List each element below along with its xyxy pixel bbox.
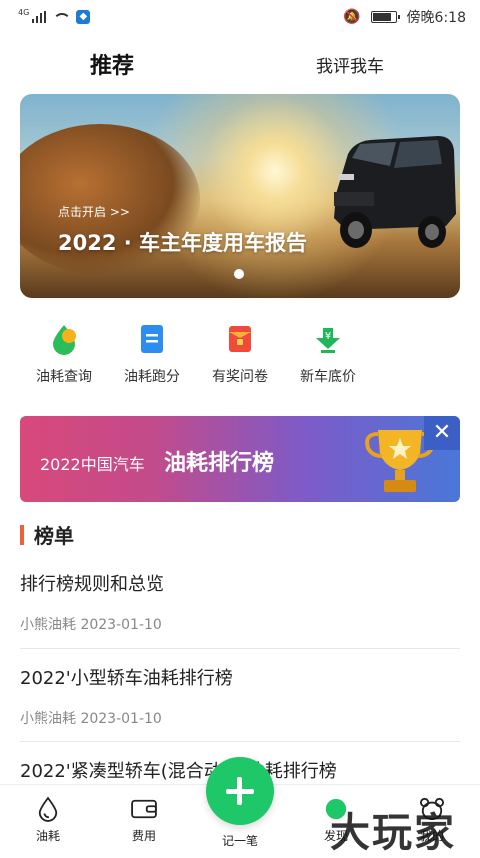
banner-title: 2022 · 车主年度用车报告 — [58, 231, 308, 255]
add-record-label: 记一笔 — [221, 834, 258, 848]
feature-shortcuts: 油耗查询 油耗跑分 有奖问卷 ¥ 新车底价 — [20, 322, 460, 394]
price-tag-icon: ¥ — [311, 322, 345, 356]
divider — [20, 741, 460, 742]
feature-fuel-query[interactable]: 油耗查询 — [26, 322, 102, 386]
network-type: 4G — [18, 7, 30, 17]
wifi-icon — [52, 11, 71, 23]
add-record-button[interactable] — [206, 757, 274, 825]
clock: 傍晚6:18 — [406, 10, 466, 26]
feature-survey[interactable]: 有奖问卷 — [202, 322, 278, 386]
watermark: 大玩家 — [330, 810, 456, 856]
feature-label: 新车底价 — [300, 369, 356, 385]
promo-title: 油耗排行榜 — [164, 451, 275, 476]
report-banner[interactable]: 点击开启 >> 2022 · 车主年度用车报告 — [20, 94, 460, 298]
nav-label: 费用 — [131, 829, 156, 843]
tab-my-car-review[interactable]: 我评我车 — [316, 52, 384, 77]
section-accent-bar — [20, 525, 24, 545]
close-icon[interactable]: ✕ — [424, 416, 460, 450]
svg-text:¥: ¥ — [325, 331, 331, 342]
feature-fuel-score[interactable]: 油耗跑分 — [114, 322, 190, 386]
document-icon — [135, 322, 169, 356]
feature-new-car-price[interactable]: ¥ 新车底价 — [290, 322, 366, 386]
article-title: 排行榜规则和总览 — [20, 574, 164, 595]
status-bar: 4G ◆ 🔕 傍晚6:18 — [0, 0, 480, 34]
fuel-ranking-promo[interactable]: 2022中国汽车 油耗排行榜 ✕ — [20, 416, 460, 502]
list-item[interactable]: 排行榜规则和总览 小熊油耗 2023-01-10 — [20, 570, 460, 634]
mute-bell-icon: 🔕 — [343, 9, 361, 25]
tab-recommend[interactable]: 推荐 — [90, 48, 134, 80]
section-title: 榜单 — [34, 524, 74, 548]
wallet-icon — [112, 795, 176, 823]
app-shield-icon: ◆ — [76, 10, 91, 24]
nav-expense[interactable]: 费用 — [112, 795, 176, 844]
article-meta: 小熊油耗 2023-01-10 — [20, 711, 162, 727]
signal-icon — [32, 11, 47, 23]
promo-year-text: 2022中国汽车 — [40, 455, 145, 474]
red-envelope-icon — [223, 322, 257, 356]
feature-label: 有奖问卷 — [212, 369, 268, 385]
drop-icon — [16, 795, 80, 823]
suv-car-image — [334, 136, 456, 248]
carousel-indicator — [234, 269, 244, 279]
article-meta: 小熊油耗 2023-01-10 — [20, 617, 162, 633]
divider — [20, 648, 460, 649]
article-title: 2022'小型轿车油耗排行榜 — [20, 668, 233, 689]
nav-fuel[interactable]: 油耗 — [16, 795, 80, 844]
top-tabs: 推荐 我评我车 — [0, 34, 480, 92]
feature-label: 油耗查询 — [36, 369, 92, 385]
fuel-drop-icon — [47, 322, 81, 356]
feature-label: 油耗跑分 — [124, 369, 180, 385]
nav-label: 油耗 — [35, 829, 60, 843]
banner-subtitle: 点击开启 >> — [58, 205, 130, 219]
list-item[interactable]: 2022'小型轿车油耗排行榜 小熊油耗 2023-01-10 — [20, 664, 460, 728]
battery-icon — [370, 11, 400, 23]
